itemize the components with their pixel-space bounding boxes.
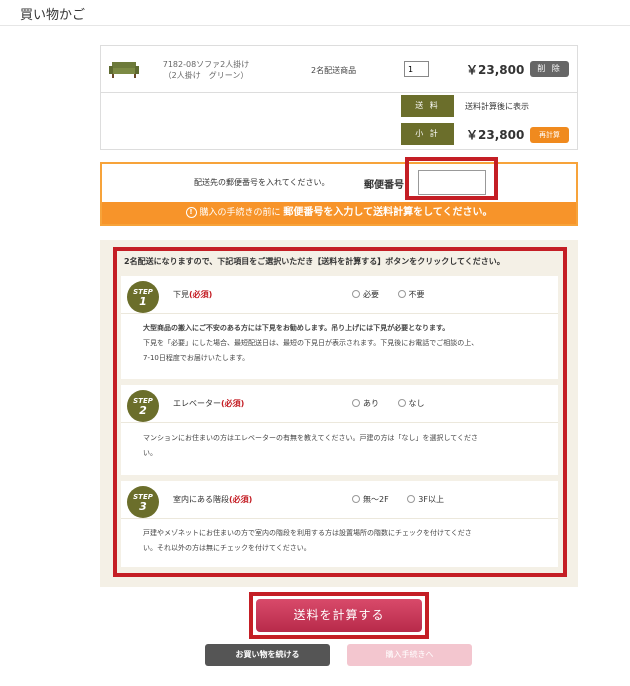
proceed-checkout-button[interactable]: 購入手続きへ: [347, 644, 472, 666]
sofa-thumbnail-icon[interactable]: [109, 59, 139, 79]
product-name-line1: 7182-08ソファ2人掛け: [162, 60, 250, 69]
postal-warning-banner: ! 購入の手続きの前に 郵便番号を入力して送料計算をしてください。: [102, 202, 576, 224]
banner-text: 購入の手続きの前に: [199, 208, 284, 218]
delete-button[interactable]: 削 除: [530, 61, 569, 77]
page-title: 買い物かご: [20, 8, 86, 23]
row-divider: [101, 92, 577, 93]
postal-code-panel: 配送先の郵便番号を入れてください。 郵便番号 ! 購入の手続きの前に 郵便番号を入…: [100, 162, 578, 226]
quantity-input[interactable]: [404, 61, 429, 77]
calculate-shipping-button[interactable]: 送料を計算する: [256, 599, 422, 632]
warning-icon: !: [185, 207, 197, 218]
continue-shopping-button[interactable]: お買い物を続ける: [205, 644, 330, 666]
title-divider: [0, 25, 630, 26]
shipping-label: 送 料: [401, 95, 454, 117]
product-name-link[interactable]: 7182-08ソファ2人掛け （2人掛け グリーン）: [151, 59, 261, 81]
postal-highlight-frame: [405, 157, 498, 200]
item-price: ￥23,800: [466, 63, 525, 77]
product-name-line2: （2人掛け グリーン）: [163, 71, 249, 80]
subtotal-value: ￥23,800: [466, 128, 525, 142]
subtotal-label: 小 計: [401, 123, 454, 145]
postal-label: 郵便番号: [364, 180, 404, 191]
cart-table: 7182-08ソファ2人掛け （2人掛け グリーン） 2名配送商品 ￥23,80…: [100, 45, 578, 150]
banner-strong-text: 郵便番号を入力して送料計算をしてください。: [283, 207, 493, 218]
shipping-note: 送料計算後に表示: [465, 102, 529, 111]
recalculate-button[interactable]: 再計算: [530, 127, 569, 143]
delivery-options-highlight-frame: [113, 247, 567, 577]
postal-prompt: 配送先の郵便番号を入れてください。: [194, 178, 330, 187]
shipping-type: 2名配送商品: [311, 66, 357, 75]
